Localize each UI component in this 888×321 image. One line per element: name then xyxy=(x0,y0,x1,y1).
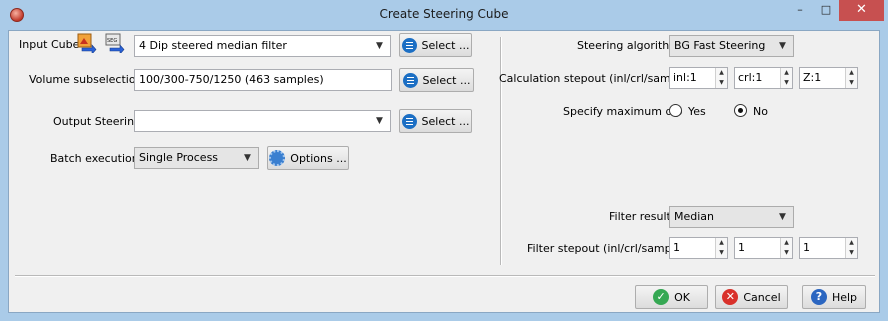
volume-subselection-label: Volume subselection xyxy=(29,73,143,86)
checkmark-icon: ✓ xyxy=(653,289,670,305)
spin-arrows-icon[interactable]: ▲ ▼ xyxy=(715,238,727,258)
filter-stepout-crl-spinbox[interactable]: 1 ▲ ▼ xyxy=(734,237,793,259)
ok-label: OK xyxy=(674,290,690,304)
filter-stepout-inl-value: 1 xyxy=(673,241,680,254)
batch-execution-value: Single Process xyxy=(139,151,219,164)
stepout-crl-value: crl:1 xyxy=(738,71,763,84)
volume-select-button[interactable]: Select ... xyxy=(399,68,474,92)
cancel-icon: ✕ xyxy=(722,289,739,305)
max-dip-no-radio[interactable] xyxy=(734,104,747,117)
window-title: Create Steering Cube xyxy=(379,7,509,21)
minimize-button[interactable]: – xyxy=(787,0,813,21)
steering-algorithm-value: BG Fast Steering xyxy=(674,39,766,52)
filter-stepout-z-value: 1 xyxy=(803,241,810,254)
filter-result-label: Filter result xyxy=(609,210,671,223)
stepout-inl-spinbox[interactable]: inl:1 ▲ ▼ xyxy=(669,67,728,89)
steering-algorithm-combo[interactable]: BG Fast Steering ▼ xyxy=(669,35,794,57)
chevron-down-icon: ▼ xyxy=(376,41,383,51)
chevron-down-icon: ▼ xyxy=(376,116,383,126)
output-steering-combo[interactable]: ▼ xyxy=(134,110,391,132)
batch-execution-label: Batch execution xyxy=(50,152,139,165)
spin-arrows-icon[interactable]: ▲ ▼ xyxy=(780,68,792,88)
dialog-body: Input Cube SEG 4 Dip steered median filt… xyxy=(8,30,880,313)
input-from-segy-icon[interactable]: SEG xyxy=(105,33,125,55)
output-steering-label: Output Steering xyxy=(53,115,142,128)
stepout-crl-spinbox[interactable]: crl:1 ▲ ▼ xyxy=(734,67,793,89)
max-dip-yes-label[interactable]: Yes xyxy=(688,105,706,118)
close-button[interactable]: ✕ xyxy=(839,0,884,21)
filter-stepout-z-spinbox[interactable]: 1 ▲ ▼ xyxy=(799,237,858,259)
filter-stepout-label: Filter stepout (inl/crl/sample) xyxy=(527,242,686,255)
input-select-button[interactable]: Select ... xyxy=(399,33,472,57)
stepout-inl-value: inl:1 xyxy=(673,71,697,84)
input-from-file-icon[interactable] xyxy=(77,33,97,55)
help-label: Help xyxy=(831,290,858,304)
list-icon xyxy=(402,72,418,88)
options-label: Options ... xyxy=(290,151,347,165)
steering-algorithm-label: Steering algorithm xyxy=(577,39,680,52)
spin-arrows-icon[interactable]: ▲ ▼ xyxy=(845,68,857,88)
chevron-down-icon: ▼ xyxy=(244,153,251,163)
input-select-label: Select ... xyxy=(421,38,470,52)
options-button[interactable]: Options ... xyxy=(267,146,349,170)
filter-result-value: Median xyxy=(674,210,715,223)
help-button[interactable]: ? Help xyxy=(802,285,866,309)
chevron-down-icon: ▼ xyxy=(779,41,786,51)
spin-arrows-icon[interactable]: ▲ ▼ xyxy=(845,238,857,258)
max-dip-no-label[interactable]: No xyxy=(753,105,768,118)
spin-arrows-icon[interactable]: ▲ ▼ xyxy=(715,68,727,88)
max-dip-yes-radio[interactable] xyxy=(669,104,682,117)
ok-button[interactable]: ✓ OK xyxy=(635,285,708,309)
cancel-label: Cancel xyxy=(743,290,781,304)
max-dip-label: Specify maximum dip xyxy=(563,105,683,118)
filter-stepout-crl-value: 1 xyxy=(738,241,745,254)
input-cube-label: Input Cube xyxy=(19,38,80,51)
title-bar: Create Steering Cube – □ ✕ xyxy=(0,0,888,30)
chevron-down-icon: ▼ xyxy=(779,212,786,222)
spin-arrows-icon[interactable]: ▲ ▼ xyxy=(780,238,792,258)
gear-icon xyxy=(269,150,286,166)
volume-select-label: Select ... xyxy=(422,73,471,87)
stepout-z-spinbox[interactable]: Z:1 ▲ ▼ xyxy=(799,67,858,89)
cancel-button[interactable]: ✕ Cancel xyxy=(715,285,788,309)
dialog-window: Create Steering Cube – □ ✕ Input Cube SE… xyxy=(0,0,888,321)
input-cube-combo[interactable]: 4 Dip steered median filter ▼ xyxy=(134,35,391,57)
output-select-button[interactable]: Select ... xyxy=(399,109,472,133)
svg-text:SEG: SEG xyxy=(107,38,117,44)
batch-execution-combo[interactable]: Single Process ▼ xyxy=(134,147,259,169)
volume-subselection-value: 100/300-750/1250 (463 samples) xyxy=(139,73,324,86)
filter-result-combo[interactable]: Median ▼ xyxy=(669,206,794,228)
filter-stepout-inl-spinbox[interactable]: 1 ▲ ▼ xyxy=(669,237,728,259)
list-icon xyxy=(401,113,417,129)
input-cube-value: 4 Dip steered median filter xyxy=(139,39,287,52)
help-icon: ? xyxy=(810,289,827,305)
horizontal-divider xyxy=(15,275,875,276)
output-select-label: Select ... xyxy=(421,114,470,128)
calculation-stepout-label: Calculation stepout (inl/crl/sample) xyxy=(499,72,692,85)
stepout-z-value: Z:1 xyxy=(803,71,822,84)
volume-subselection-field[interactable]: 100/300-750/1250 (463 samples) xyxy=(134,69,392,91)
maximize-button[interactable]: □ xyxy=(813,0,839,21)
list-icon xyxy=(401,37,417,53)
